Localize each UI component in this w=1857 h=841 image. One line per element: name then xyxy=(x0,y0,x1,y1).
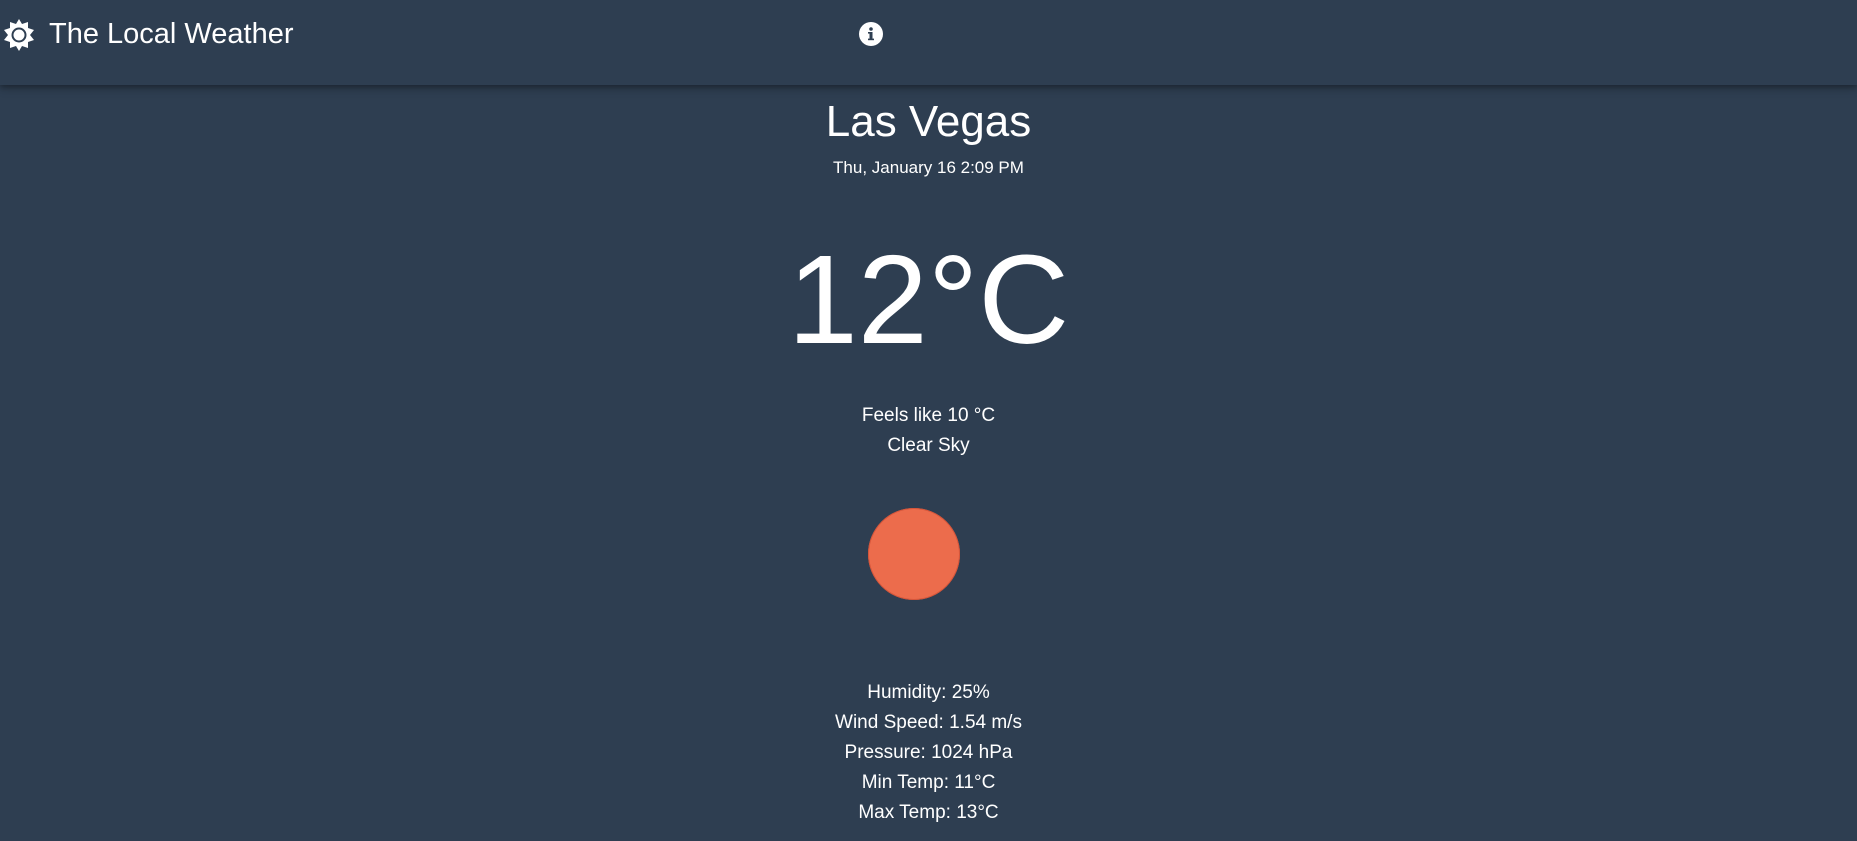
humidity-stat: Humidity: 25% xyxy=(867,682,990,703)
min-temp-stat: Min Temp: 11°C xyxy=(861,772,996,793)
sun-gear-icon xyxy=(4,19,34,51)
app-bar: The Local Weather xyxy=(0,0,1857,85)
clear-sky-sun-icon xyxy=(868,508,960,600)
weather-stats: Humidity: 25% Wind Speed: 1.54 m/s Press… xyxy=(0,678,1857,828)
weather-description: Clear Sky xyxy=(887,435,970,456)
max-temp-stat: Max Temp: 13°C xyxy=(858,802,999,823)
current-temperature: 12°C xyxy=(787,229,1070,370)
pressure-stat: Pressure: 1024 hPa xyxy=(844,742,1013,763)
info-icon[interactable] xyxy=(858,21,884,47)
feels-like-text: Feels like 10 °C xyxy=(861,405,996,426)
wind-speed-stat: Wind Speed: 1.54 m/s xyxy=(835,712,1022,733)
app-title: The Local Weather xyxy=(49,18,294,50)
city-name: Las Vegas xyxy=(825,97,1032,146)
date-time: Thu, January 16 2:09 PM xyxy=(833,158,1024,177)
weather-panel: Las Vegas Thu, January 16 2:09 PM 12°C F… xyxy=(0,85,1857,841)
